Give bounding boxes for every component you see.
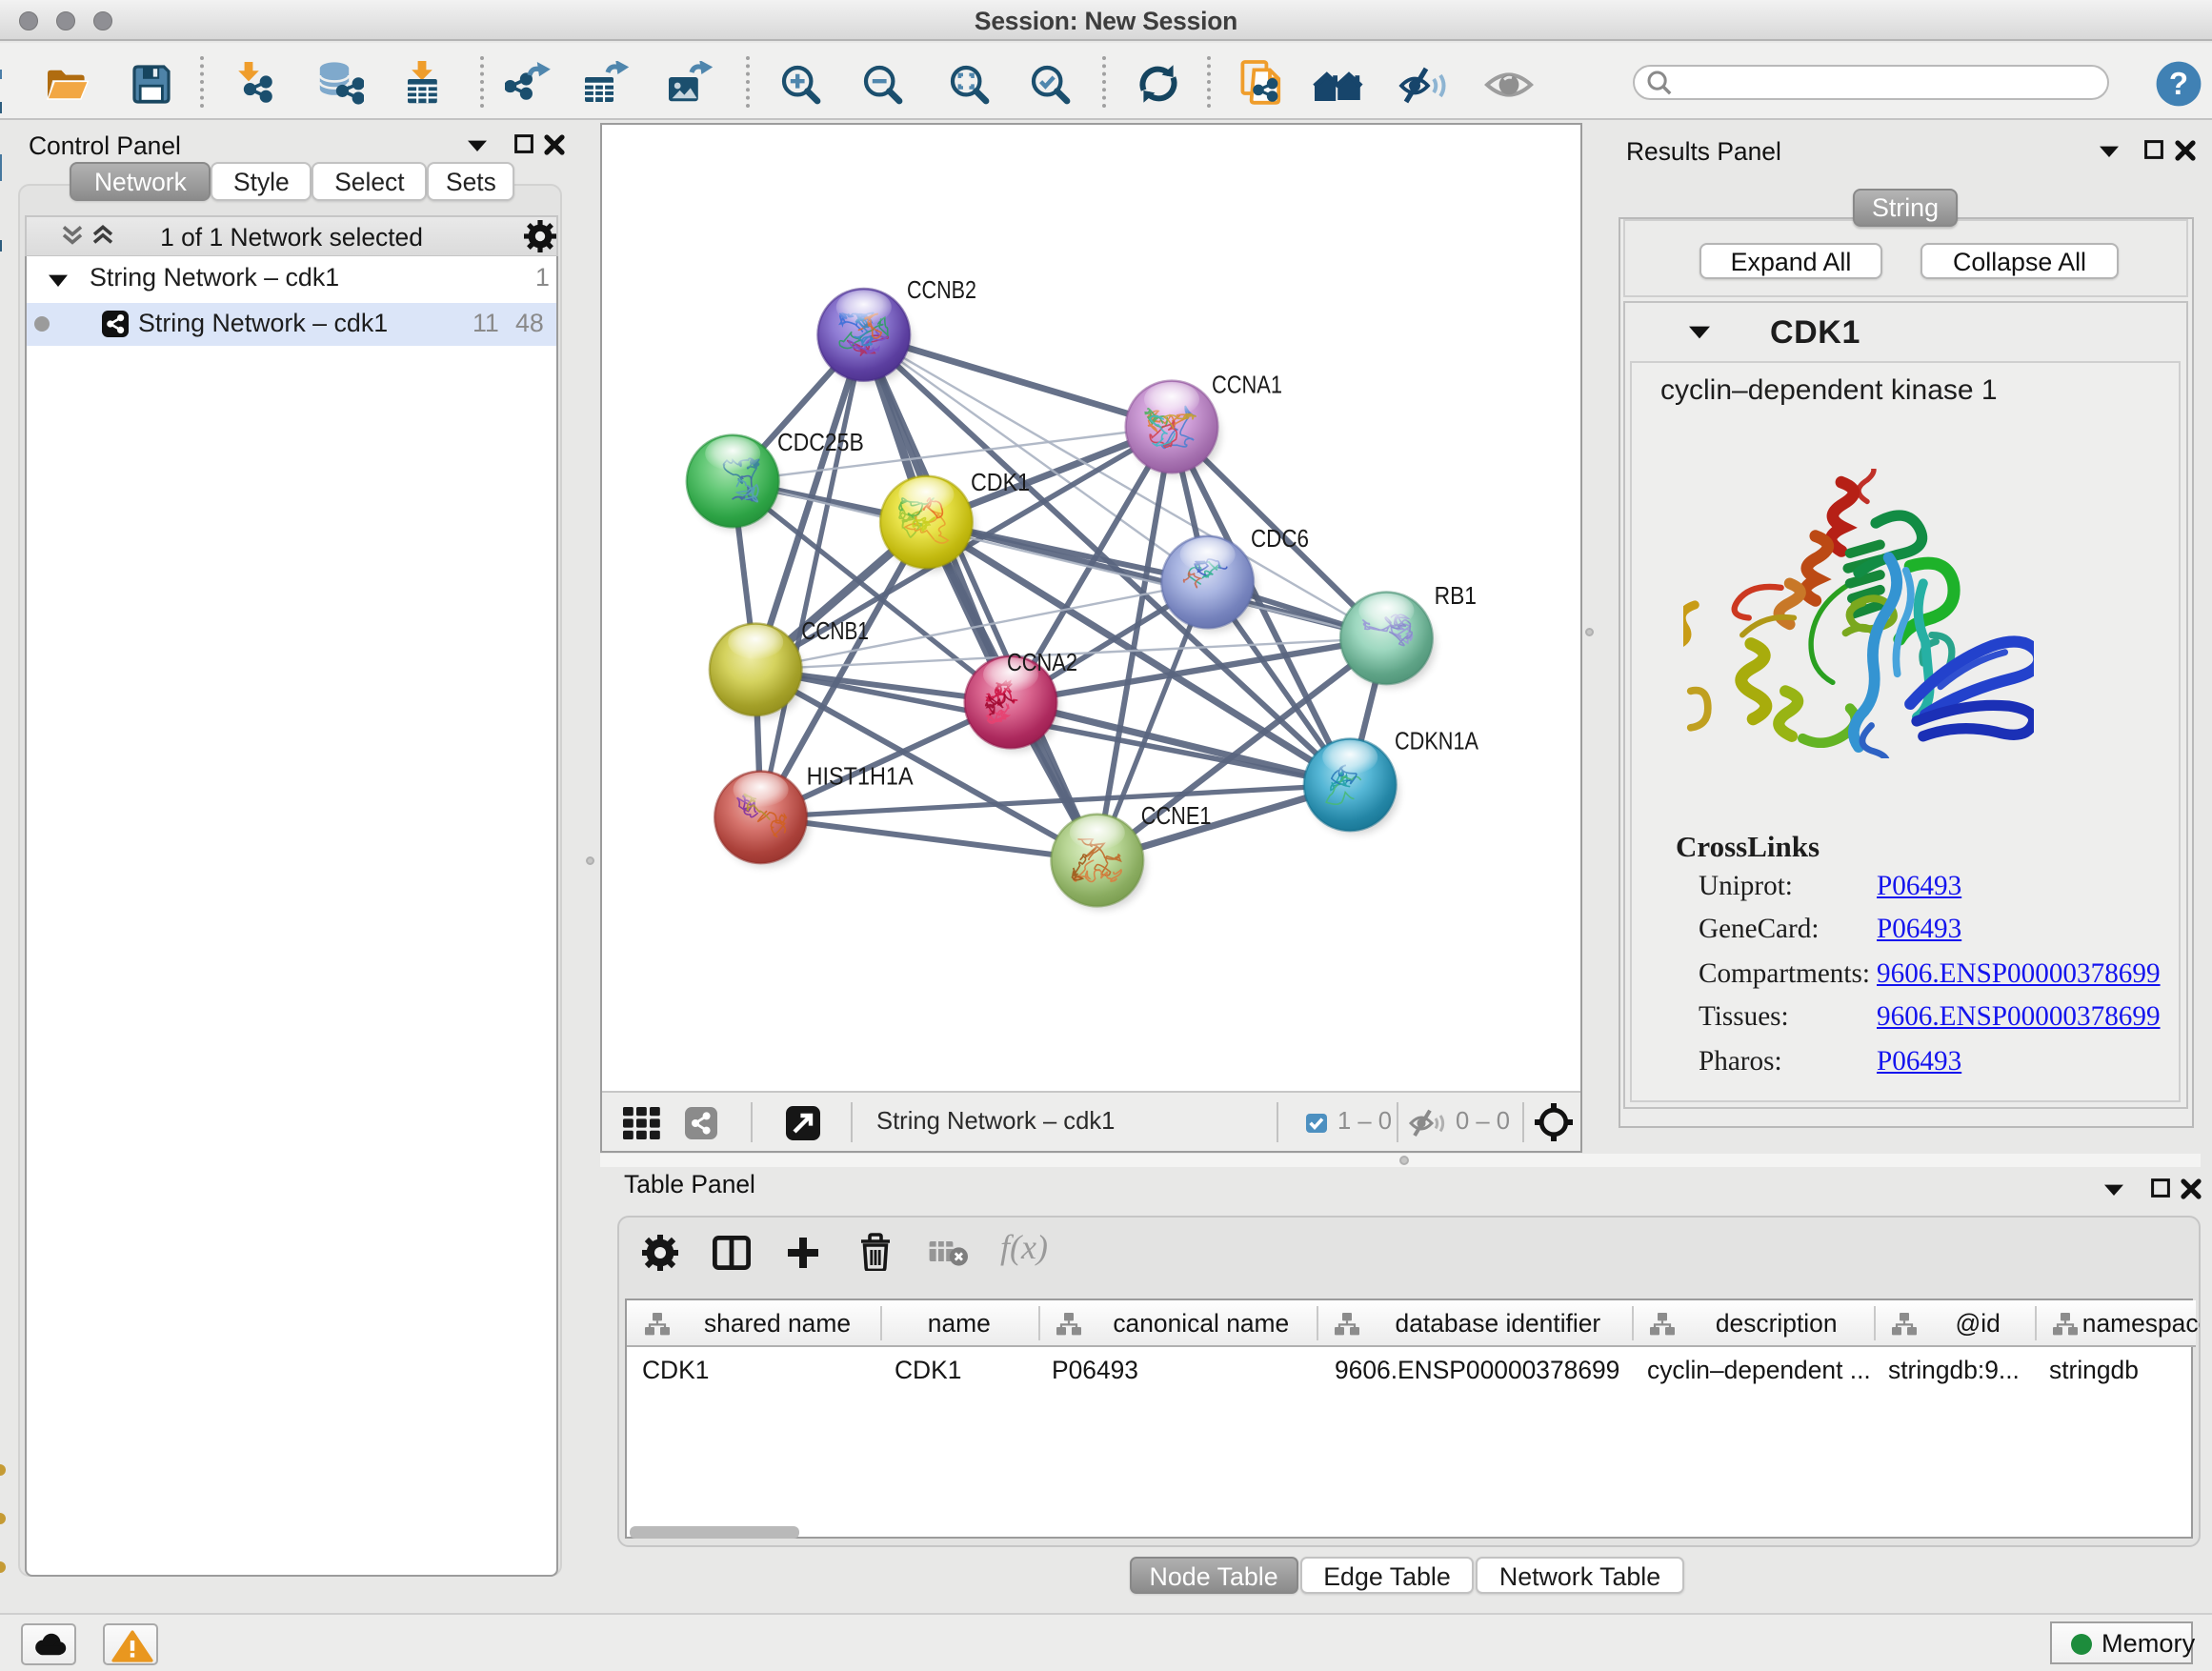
svg-text:CCNA1: CCNA1 bbox=[1212, 372, 1282, 398]
svg-text:RB1: RB1 bbox=[1435, 583, 1477, 610]
svg-text:CCNB2: CCNB2 bbox=[907, 277, 976, 304]
svg-text:CCNA2: CCNA2 bbox=[1007, 650, 1077, 676]
svg-text:?: ? bbox=[2169, 66, 2188, 101]
svg-text:CDKN1A: CDKN1A bbox=[1395, 728, 1479, 755]
svg-text:CCNB1: CCNB1 bbox=[801, 618, 869, 645]
svg-text:CDC6: CDC6 bbox=[1251, 526, 1309, 553]
svg-text:HIST1H1A: HIST1H1A bbox=[807, 763, 915, 790]
svg-text:CCNE1: CCNE1 bbox=[1141, 803, 1212, 830]
svg-text:CDK1: CDK1 bbox=[971, 470, 1030, 496]
svg-text:CDC25B: CDC25B bbox=[777, 430, 864, 456]
